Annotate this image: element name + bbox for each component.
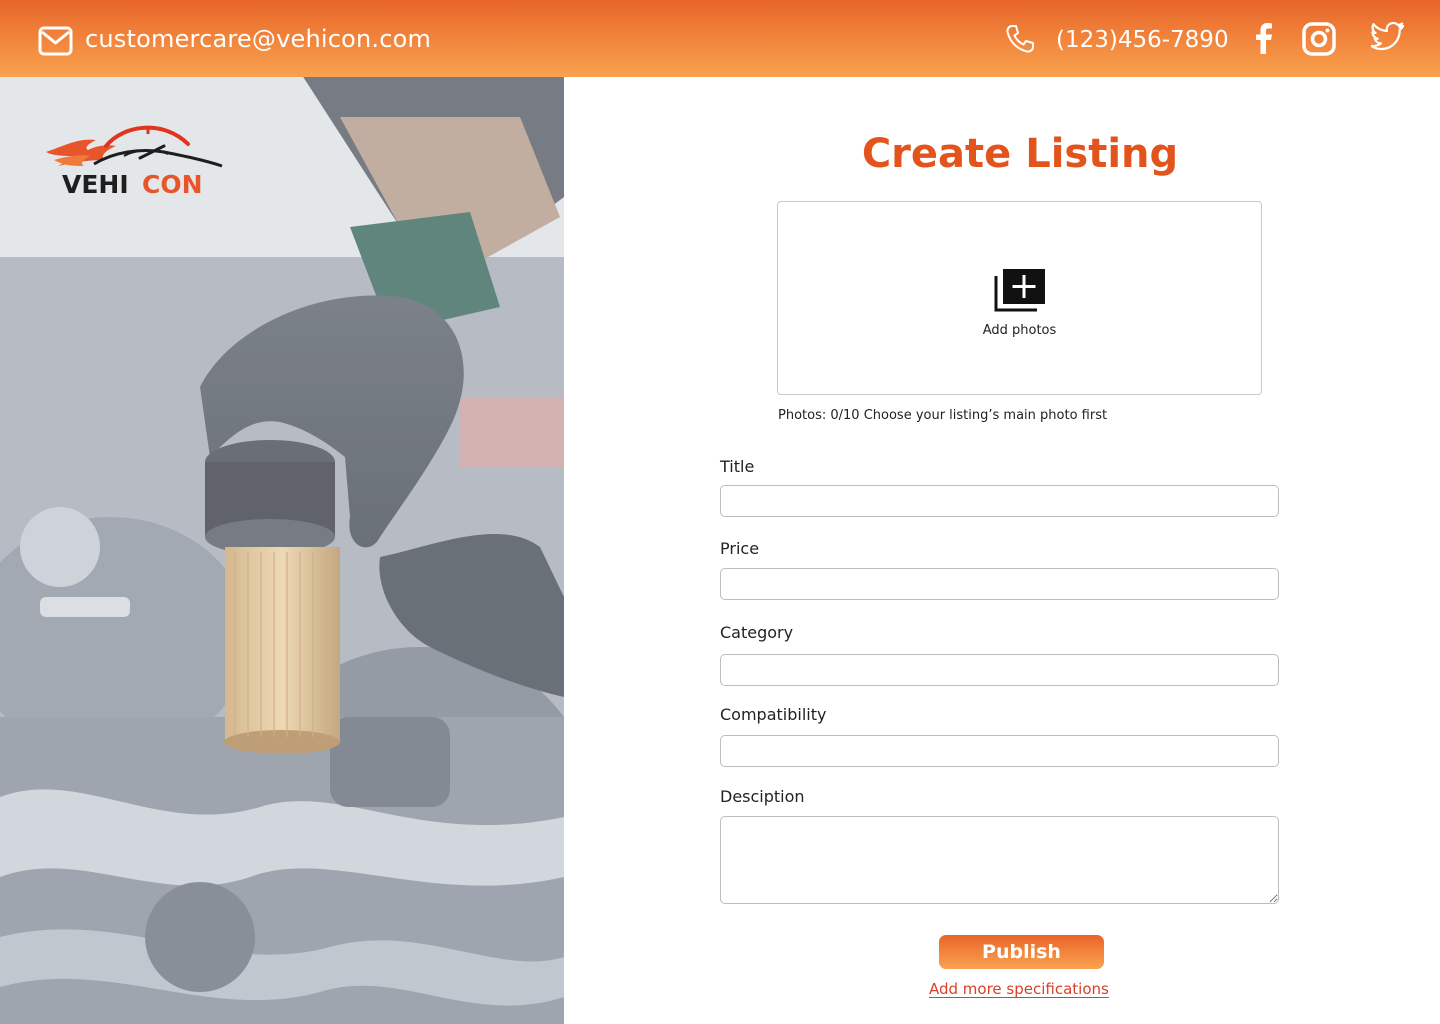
hero-image-panel: VEHI CON — [0, 77, 564, 1024]
vehicon-logo[interactable]: VEHI CON — [44, 120, 234, 200]
title-input[interactable] — [720, 485, 1279, 517]
category-input[interactable] — [720, 654, 1279, 686]
category-label: Category — [720, 623, 794, 642]
top-contact-bar: customercare@vehicon.com (123)456-7890 — [0, 0, 1440, 77]
facebook-icon[interactable] — [1252, 22, 1274, 54]
add-photos-label: Add photos — [982, 322, 1057, 338]
photo-count-hint: Photos: 0/10 Choose your listing’s main … — [778, 408, 1108, 423]
contact-email[interactable]: customercare@vehicon.com — [85, 25, 431, 53]
compatibility-label: Compatibility — [720, 705, 827, 724]
description-textarea[interactable] — [720, 816, 1279, 904]
add-photo-icon — [994, 268, 1045, 311]
engine-photo — [0, 77, 564, 1024]
price-label: Price — [720, 539, 760, 558]
title-label: Title — [720, 457, 755, 476]
phone-icon[interactable] — [1004, 23, 1036, 55]
compatibility-input[interactable] — [720, 735, 1279, 767]
mail-icon[interactable] — [38, 26, 73, 56]
page-title: Create Listing — [861, 131, 1179, 177]
contact-phone[interactable]: (123)456-7890 — [1056, 27, 1229, 53]
add-photos-dropzone[interactable]: Add photos — [777, 201, 1262, 395]
price-input[interactable] — [720, 568, 1279, 600]
add-more-specifications-link[interactable]: Add more specifications — [929, 980, 1109, 998]
twitter-icon[interactable] — [1371, 22, 1405, 52]
publish-button[interactable]: Publish — [939, 935, 1104, 969]
logo-text-con: CON — [142, 170, 203, 199]
instagram-icon[interactable] — [1302, 22, 1336, 56]
description-label: Desciption — [720, 787, 805, 806]
logo-text-vehi: VEHI — [62, 170, 129, 199]
